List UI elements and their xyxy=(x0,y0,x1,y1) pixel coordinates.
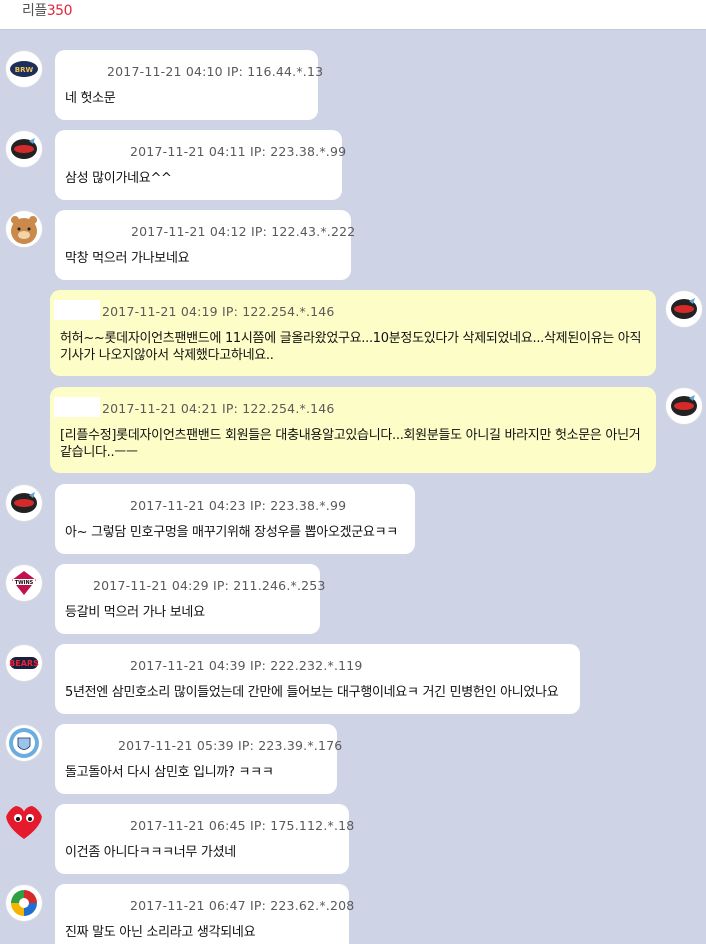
comment-ip: IP: 223.38.*.99 xyxy=(250,144,347,159)
comment-text: 돌고돌아서 다시 삼민호 입니까? ㅋㅋㅋ xyxy=(65,765,274,780)
comment-bubble-mine: 2017-11-21 04:21 IP: 122.254.*.146 [리플수정… xyxy=(50,387,656,473)
comment-bubble: 2017-11-21 04:12 IP: 122.43.*.222 막창 먹으러… xyxy=(55,210,355,280)
twins-logo-icon[interactable]: TWINS xyxy=(5,564,43,602)
heart-icon[interactable] xyxy=(5,804,43,842)
giants-logo-icon[interactable] xyxy=(5,484,43,522)
comment-ip: IP: 122.254.*.146 xyxy=(222,401,335,416)
comment-ip: IP: 223.39.*.176 xyxy=(238,738,343,753)
comment-datetime: 2017-11-21 04:39 xyxy=(130,658,246,673)
brewers-logo-icon[interactable]: BRW xyxy=(5,50,43,88)
svg-text:BRW: BRW xyxy=(15,66,34,74)
comment-text: 삼성 많이가네요^^ xyxy=(65,171,172,186)
comment-ip: IP: 223.38.*.99 xyxy=(250,498,347,513)
redacted-name xyxy=(54,300,100,320)
comment-datetime: 2017-11-21 04:11 xyxy=(130,144,246,159)
comment-datetime: 2017-11-21 04:10 xyxy=(107,64,223,79)
comment-datetime: 2017-11-21 04:19 xyxy=(102,304,218,319)
comment-bubble: 2017-11-21 06:47 IP: 223.62.*.208 진짜 말도 … xyxy=(55,884,354,944)
comment-datetime: 2017-11-21 06:47 xyxy=(130,898,246,913)
comment-text: 이건좀 아니다ㅋㅋㅋ너무 가셨네 xyxy=(65,845,236,860)
redacted-name xyxy=(54,397,100,417)
comment-bubble: 2017-11-21 04:23 IP: 223.38.*.99 아~ 그렇담 … xyxy=(55,484,415,554)
giants-logo-icon[interactable] xyxy=(665,387,703,425)
comment-ip: IP: 122.43.*.222 xyxy=(251,224,356,239)
comment-text: 허허~~롯데자이언츠팬밴드에 11시쯤에 글올라왔었구요...10분정도있다가 … xyxy=(60,331,642,363)
comment-bubble: 2017-11-21 04:29 IP: 211.246.*.253 등갈비 먹… xyxy=(55,564,325,634)
comment-text: 네 헛소문 xyxy=(65,91,116,106)
comment-text: 5년전엔 삼민호소리 많이들었는데 간만에 들어보는 대구행이네요ㅋ 거긴 민병… xyxy=(65,685,559,700)
comment-bubble: 2017-11-21 04:11 IP: 223.38.*.99 삼성 많이가네… xyxy=(55,130,346,200)
comment-text: [리플수정]롯데자이언츠팬밴드 회원들은 대충내용알고있습니다...회원분들도 … xyxy=(60,428,641,460)
comment-datetime: 2017-11-21 04:12 xyxy=(131,224,247,239)
svg-text:BEARS: BEARS xyxy=(9,659,39,668)
svg-text:TWINS: TWINS xyxy=(15,580,34,586)
comment-bubble: 2017-11-21 04:39 IP: 222.232.*.119 5년전엔 … xyxy=(55,644,580,714)
comment-bubble: 2017-11-21 04:10 IP: 116.44.*.13 네 헛소문 xyxy=(55,50,323,120)
bears-logo-icon[interactable]: BEARS xyxy=(5,644,43,682)
reply-count: 350 xyxy=(46,3,73,19)
wbc-logo-icon[interactable] xyxy=(5,884,43,922)
reply-count-label: 리플350 xyxy=(22,3,73,19)
comment-datetime: 2017-11-21 06:45 xyxy=(130,818,246,833)
comments-header: 리플350 xyxy=(0,0,706,30)
comment-text: 아~ 그렇담 민호구멍을 매꾸기위해 장성우를 뽑아오겠군요ㅋㅋ xyxy=(65,525,398,540)
comment-bubble: 2017-11-21 05:39 IP: 223.39.*.176 돌고돌아서 … xyxy=(55,724,342,794)
giants-logo-icon[interactable] xyxy=(5,130,43,168)
comment-ip: IP: 122.254.*.146 xyxy=(222,304,335,319)
bear-character-icon[interactable] xyxy=(5,210,43,248)
comment-datetime: 2017-11-21 04:23 xyxy=(130,498,246,513)
comment-datetime: 2017-11-21 05:39 xyxy=(118,738,234,753)
comment-bubble: 2017-11-21 06:45 IP: 175.112.*.18 이건좀 아니… xyxy=(55,804,354,874)
comment-ip: IP: 116.44.*.13 xyxy=(227,64,324,79)
comment-ip: IP: 175.112.*.18 xyxy=(250,818,355,833)
giants-logo-icon[interactable] xyxy=(665,290,703,328)
comment-ip: IP: 222.232.*.119 xyxy=(250,658,363,673)
comment-ip: IP: 223.62.*.208 xyxy=(250,898,355,913)
comment-bubble-mine: 2017-11-21 04:19 IP: 122.254.*.146 허허~~롯… xyxy=(50,290,656,376)
comment-text: 막창 먹으러 가나보네요 xyxy=(65,251,190,266)
comment-ip: IP: 211.246.*.253 xyxy=(213,578,326,593)
comment-datetime: 2017-11-21 04:21 xyxy=(102,401,218,416)
comment-datetime: 2017-11-21 04:29 xyxy=(93,578,209,593)
mancity-logo-icon[interactable] xyxy=(5,724,43,762)
comment-text: 등갈비 먹으러 가나 보네요 xyxy=(65,605,205,620)
comment-text: 진짜 말도 아닌 소리라고 생각되네요 xyxy=(65,925,256,940)
